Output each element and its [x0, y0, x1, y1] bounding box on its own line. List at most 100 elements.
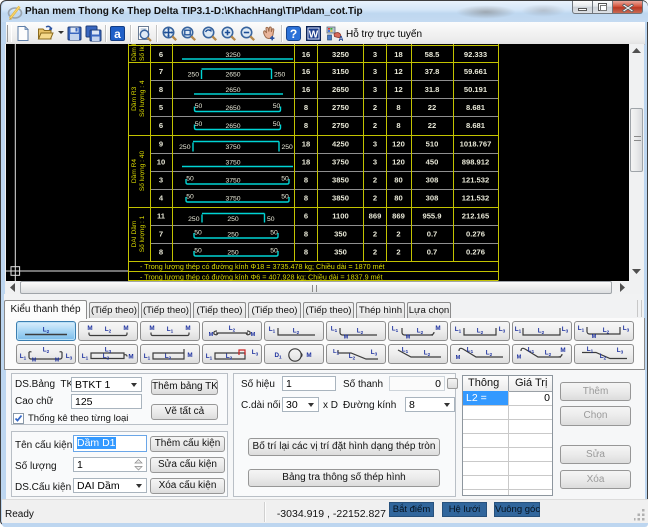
svg-text:L2: L2 [417, 328, 424, 335]
svg-text:M: M [185, 325, 190, 332]
svg-text:898.912: 898.912 [462, 158, 489, 167]
svg-text:8: 8 [304, 230, 308, 239]
svg-text:L2: L2 [545, 350, 552, 357]
svg-text:16: 16 [302, 50, 310, 59]
svg-text:50: 50 [194, 230, 202, 237]
svg-text:M: M [592, 334, 597, 340]
svg-text:L1: L1 [167, 326, 174, 333]
svg-text:2: 2 [396, 230, 400, 239]
svg-text:8: 8 [304, 194, 308, 203]
svg-text:L3: L3 [562, 326, 569, 333]
svg-text:250: 250 [227, 232, 239, 239]
svg-text:59.661: 59.661 [464, 67, 488, 76]
svg-text:L1: L1 [528, 347, 535, 354]
svg-text:250: 250 [188, 72, 200, 79]
svg-text:50: 50 [281, 194, 289, 201]
svg-text:50.191: 50.191 [464, 85, 488, 94]
svg-text:37.8: 37.8 [425, 67, 440, 76]
svg-text:L2: L2 [603, 327, 610, 334]
svg-text:8: 8 [396, 121, 400, 130]
svg-text:6: 6 [159, 50, 163, 59]
svg-text:12: 12 [394, 67, 402, 76]
svg-text:M: M [435, 325, 440, 332]
svg-text:L2: L2 [424, 350, 431, 357]
svg-text:L2: L2 [226, 353, 233, 360]
svg-text:L2: L2 [165, 353, 172, 360]
svg-text:3: 3 [373, 85, 377, 94]
svg-text:350: 350 [334, 230, 347, 239]
svg-text:50: 50 [281, 176, 289, 183]
svg-text:121.532: 121.532 [462, 176, 489, 185]
svg-text:80: 80 [394, 194, 402, 203]
svg-text:3: 3 [373, 140, 377, 149]
svg-text:3: 3 [373, 50, 377, 59]
svg-text:Số lượng : 4: Số lượng : 4 [137, 80, 146, 117]
svg-text:0.7: 0.7 [427, 230, 438, 239]
svg-text:DAI Dầm: DAI Dầm [129, 220, 138, 247]
svg-text:L1: L1 [402, 347, 409, 354]
svg-text:50: 50 [270, 248, 278, 255]
svg-text:3250: 3250 [332, 50, 349, 59]
svg-text:L1: L1 [82, 353, 89, 360]
svg-text:16: 16 [302, 67, 310, 76]
svg-text:M: M [306, 352, 311, 359]
svg-text:31.8: 31.8 [425, 85, 440, 94]
svg-text:8.681: 8.681 [466, 121, 486, 130]
svg-text:L1: L1 [333, 349, 340, 355]
svg-text:L2: L2 [293, 328, 300, 335]
svg-text:M: M [55, 358, 59, 364]
svg-text:2650: 2650 [225, 87, 240, 94]
svg-text:L1: L1 [392, 326, 399, 333]
svg-text:2750: 2750 [332, 103, 349, 112]
svg-text:3750: 3750 [225, 178, 240, 185]
svg-text:10: 10 [157, 158, 165, 167]
svg-text:11: 11 [157, 212, 166, 221]
svg-text:6: 6 [159, 121, 163, 130]
svg-text:Dầm R4: Dầm R4 [129, 159, 138, 184]
svg-text:50: 50 [194, 248, 202, 255]
svg-text:22: 22 [428, 103, 436, 112]
svg-text:869: 869 [392, 212, 405, 221]
svg-text:7: 7 [159, 67, 163, 76]
svg-text:L3: L3 [252, 349, 259, 356]
svg-text:2: 2 [373, 194, 377, 203]
svg-text:0.276: 0.276 [466, 230, 485, 239]
svg-text:Số lượng : 40: Số lượng : 40 [137, 151, 146, 192]
svg-text:M: M [87, 325, 92, 332]
svg-text:8: 8 [159, 85, 163, 94]
svg-text:16: 16 [302, 85, 310, 94]
svg-text:308: 308 [426, 176, 439, 185]
svg-text:M: M [251, 332, 256, 338]
svg-text:350: 350 [334, 248, 347, 257]
svg-text:- Trong lượng thép có đường kí: - Trong lượng thép có đường kính Φ18 = 3… [140, 262, 385, 271]
svg-text:a: a [114, 27, 121, 41]
svg-text:3850: 3850 [332, 176, 349, 185]
svg-text:L2: L2 [103, 353, 110, 360]
svg-text:92.333: 92.333 [464, 50, 487, 59]
svg-text:L2: L2 [43, 347, 50, 354]
svg-text:250: 250 [274, 72, 286, 79]
svg-text:121.532: 121.532 [462, 194, 489, 203]
svg-text:M: M [517, 355, 522, 361]
svg-text:L1: L1 [269, 326, 276, 333]
svg-text:M: M [406, 335, 411, 341]
svg-text:L2: L2 [477, 328, 484, 335]
svg-text:7: 7 [159, 230, 163, 239]
svg-text:0.7: 0.7 [427, 248, 438, 257]
svg-text:2: 2 [373, 230, 377, 239]
svg-text:250: 250 [282, 144, 294, 151]
svg-text:3: 3 [373, 67, 377, 76]
svg-text:D1: D1 [274, 352, 282, 359]
svg-text:8: 8 [304, 248, 308, 257]
svg-text:3750: 3750 [225, 160, 240, 167]
svg-text:8: 8 [396, 103, 400, 112]
svg-text:L1: L1 [206, 353, 213, 360]
svg-text:M: M [123, 325, 128, 332]
svg-text:L1: L1 [455, 326, 462, 333]
svg-text:3750: 3750 [332, 158, 349, 167]
svg-text:9: 9 [159, 140, 163, 149]
svg-text:Số lượng : 1: Số lượng : 1 [137, 215, 146, 252]
svg-text:1100: 1100 [332, 212, 348, 221]
svg-text:50: 50 [195, 121, 203, 128]
svg-text:50: 50 [273, 103, 281, 110]
